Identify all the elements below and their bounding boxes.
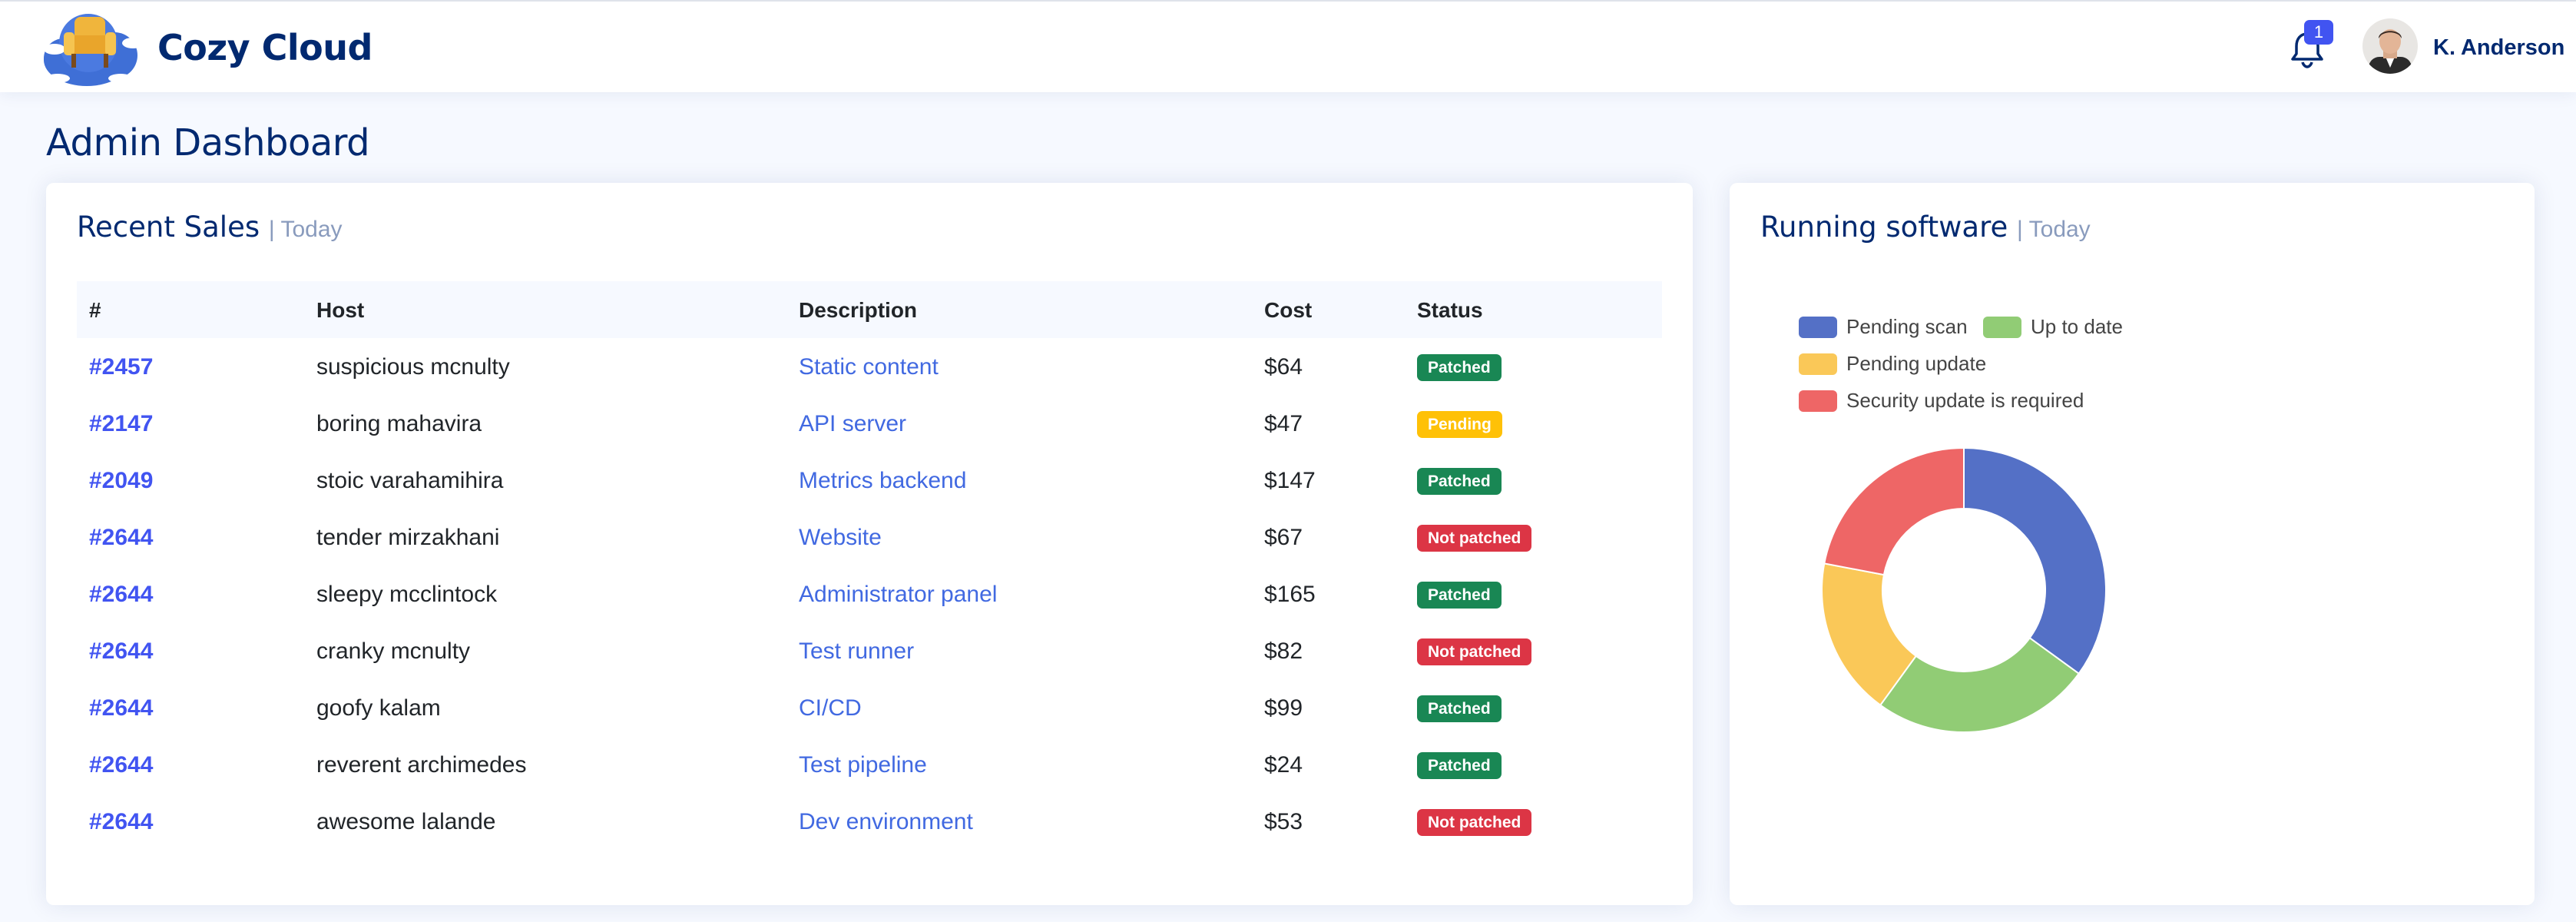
description-link[interactable]: Test pipeline xyxy=(799,752,927,778)
status-badge: Patched xyxy=(1417,582,1502,609)
legend-swatch xyxy=(1799,390,1837,412)
cost-value: $24 xyxy=(1264,752,1303,778)
host-name: reverent archimedes xyxy=(316,752,527,778)
description-link[interactable]: Test runner xyxy=(799,638,914,665)
app-name: Cozy Cloud xyxy=(157,27,372,68)
cost-value: $165 xyxy=(1264,582,1316,607)
host-name: tender mirzakhani xyxy=(316,525,500,550)
status-badge: Not patched xyxy=(1417,809,1532,836)
host-name: goofy kalam xyxy=(316,695,441,721)
legend-swatch xyxy=(1799,316,1837,338)
top-header: Cozy Cloud 1 K. Anderson xyxy=(0,0,2576,92)
table-row: #2049 stoic varahamihira Metrics backend $1… xyxy=(77,452,1662,509)
status-badge: Patched xyxy=(1417,752,1502,779)
cost-value: $99 xyxy=(1264,695,1303,721)
table-row: #2644 reverent archimedes Test pipeline $24… xyxy=(77,736,1662,793)
order-id-link[interactable]: #2049 xyxy=(89,468,153,494)
legend-label: Up to date xyxy=(2031,315,2123,338)
logo-icon xyxy=(44,14,144,86)
column-header-description: Description xyxy=(799,298,918,322)
description-link[interactable]: Administrator panel xyxy=(799,582,997,608)
table-row: #2644 cranky mcnulty Test runner $82 Not pat… xyxy=(77,622,1662,679)
legend-swatch xyxy=(1799,353,1837,375)
legend-item[interactable]: Pending update xyxy=(1799,352,1986,376)
table-body: #2457 suspicious mcnulty Static content $64… xyxy=(77,338,1662,850)
running-software-card: Running software | Today Pending scan Up … xyxy=(1730,183,2535,905)
cost-value: $147 xyxy=(1264,468,1316,493)
cost-value: $67 xyxy=(1264,525,1303,550)
table-row: #2644 sleepy mcclintock Administrator pane… xyxy=(77,565,1662,622)
user-avatar-icon xyxy=(2362,18,2418,74)
donut-slice[interactable] xyxy=(1963,446,2107,675)
status-badge: Patched xyxy=(1417,354,1502,381)
recent-sales-table: # Host Description Cost Status #2457 susp… xyxy=(77,281,1662,850)
recent-sales-heading: Recent Sales xyxy=(77,211,260,244)
recent-sales-card: Recent Sales | Today # Host Description … xyxy=(46,183,1693,905)
recent-sales-period: | Today xyxy=(268,217,343,242)
legend-item[interactable]: Security update is required xyxy=(1799,389,2084,413)
order-id-link[interactable]: #2644 xyxy=(89,525,153,551)
description-link[interactable]: Website xyxy=(799,525,882,551)
host-name: stoic varahamihira xyxy=(316,468,504,493)
order-id-link[interactable]: #2644 xyxy=(89,809,153,835)
order-id-link[interactable]: #2644 xyxy=(89,582,153,608)
description-link[interactable]: Static content xyxy=(799,354,939,380)
table-row: #2644 awesome lalande Dev environment $53 No… xyxy=(77,793,1662,850)
host-name: sleepy mcclintock xyxy=(316,582,498,607)
running-software-period: | Today xyxy=(2017,217,2091,242)
software-status-donut-chart xyxy=(1821,446,2107,733)
order-id-link[interactable]: #2644 xyxy=(89,752,153,778)
description-link[interactable]: API server xyxy=(799,411,906,437)
host-name: awesome lalande xyxy=(316,809,496,834)
cost-value: $53 xyxy=(1264,809,1303,834)
column-header-id: # xyxy=(89,298,101,322)
table-row: #2644 goofy kalam CI/CD $99 Patched xyxy=(77,679,1662,736)
order-id-link[interactable]: #2147 xyxy=(89,411,153,437)
legend-label: Security update is required xyxy=(1846,389,2084,412)
table-row: #2147 boring mahavira API server $47 Pending xyxy=(77,395,1662,452)
host-name: cranky mcnulty xyxy=(316,638,471,664)
host-name: suspicious mcnulty xyxy=(316,354,510,380)
column-header-host: Host xyxy=(316,298,365,322)
host-name: boring mahavira xyxy=(316,411,482,436)
status-badge: Not patched xyxy=(1417,638,1532,665)
donut-slice[interactable] xyxy=(1823,446,1965,576)
description-link[interactable]: Dev environment xyxy=(799,809,973,835)
legend-swatch xyxy=(1983,316,2021,338)
status-badge: Pending xyxy=(1417,411,1502,438)
status-badge: Patched xyxy=(1417,468,1502,495)
user-avatar[interactable] xyxy=(2362,18,2418,74)
running-software-title: Running software | Today xyxy=(1760,211,2091,244)
logo[interactable]: Cozy Cloud xyxy=(41,5,372,91)
description-link[interactable]: CI/CD xyxy=(799,695,862,721)
description-link[interactable]: Metrics backend xyxy=(799,468,966,494)
running-software-heading: Running software xyxy=(1760,211,2008,244)
cost-value: $47 xyxy=(1264,411,1303,436)
user-name[interactable]: K. Anderson xyxy=(2433,35,2564,61)
recent-sales-title: Recent Sales | Today xyxy=(77,211,343,244)
table-row: #2644 tender mirzakhani Website $67 Not patc… xyxy=(77,509,1662,565)
column-header-status: Status xyxy=(1417,298,1483,322)
column-header-cost: Cost xyxy=(1264,298,1313,322)
cost-value: $64 xyxy=(1264,354,1303,380)
cost-value: $82 xyxy=(1264,638,1303,664)
status-badge: Not patched xyxy=(1417,525,1532,552)
legend-item[interactable]: Pending scan xyxy=(1799,315,1968,339)
table-row: #2457 suspicious mcnulty Static content $64… xyxy=(77,338,1662,395)
order-id-link[interactable]: #2457 xyxy=(89,354,153,380)
page-title: Admin Dashboard xyxy=(46,121,370,164)
order-id-link[interactable]: #2644 xyxy=(89,638,153,665)
legend-label: Pending scan xyxy=(1846,315,1968,338)
legend-item[interactable]: Up to date xyxy=(1983,315,2123,339)
notifications-count-badge: 1 xyxy=(2304,20,2333,45)
legend-label: Pending update xyxy=(1846,352,1987,375)
status-badge: Patched xyxy=(1417,695,1502,722)
table-header-row: # Host Description Cost Status xyxy=(77,281,1662,338)
order-id-link[interactable]: #2644 xyxy=(89,695,153,721)
